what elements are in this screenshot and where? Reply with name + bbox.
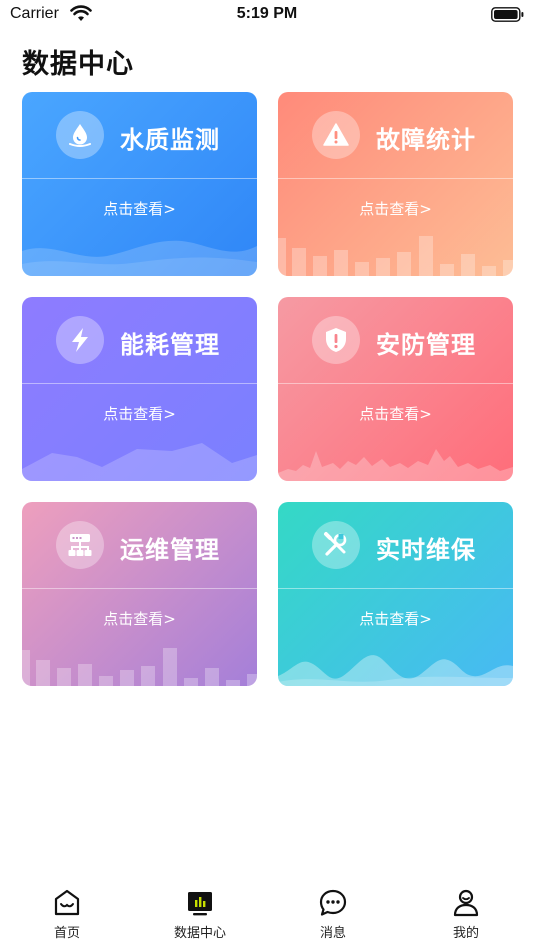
tab-messages[interactable]: 消息: [283, 888, 383, 944]
card-title: 能耗管理: [120, 331, 220, 359]
tab-label: 我的: [452, 926, 479, 941]
card-title: 安防管理: [376, 331, 476, 359]
tab-label: 首页: [53, 926, 80, 941]
card-divider: [278, 588, 513, 589]
card-title: 实时维保: [376, 536, 476, 564]
card-realtime-maintenance[interactable]: 实时维保 点击查看>: [278, 502, 513, 686]
card-title: 故障统计: [376, 126, 476, 154]
bars-decoration: [22, 648, 257, 686]
card-divider: [278, 178, 513, 179]
card-divider: [22, 383, 257, 384]
card-operations-management[interactable]: 运维管理 点击查看>: [22, 502, 257, 686]
wave-decoration: [278, 655, 513, 686]
screen: Carrier 5:19 PM 数据中心 水质监测 点击查看> 故障统计 点击查…: [0, 0, 534, 950]
data-center-icon: [188, 892, 212, 916]
tab-label: 数据中心: [173, 926, 226, 941]
tab-profile[interactable]: 我的: [416, 888, 516, 944]
status-bar: Carrier 5:19 PM: [0, 0, 534, 32]
card-divider: [22, 178, 257, 179]
warning-icon: [312, 111, 360, 159]
card-divider: [278, 383, 513, 384]
card-title: 运维管理: [120, 536, 220, 564]
mountain-decoration: [22, 443, 257, 481]
tab-label: 消息: [319, 926, 346, 941]
tab-home[interactable]: 首页: [17, 888, 117, 944]
card-energy-management[interactable]: 能耗管理 点击查看>: [22, 297, 257, 481]
tab-data-center[interactable]: 数据中心: [150, 888, 250, 944]
shield-icon: [312, 316, 360, 364]
bars-decoration: [278, 236, 513, 276]
card-title: 水质监测: [120, 126, 220, 154]
card-divider: [22, 588, 257, 589]
tab-bar: 首页 数据中心 消息 我的: [0, 880, 534, 950]
card-fault-statistics[interactable]: 故障统计 点击查看>: [278, 92, 513, 276]
lightning-icon: [56, 316, 104, 364]
page-title: 数据中心: [22, 49, 134, 80]
card-security-management[interactable]: 安防管理 点击查看>: [278, 297, 513, 481]
card-water-quality[interactable]: 水质监测 点击查看>: [22, 92, 257, 276]
wave-decoration: [22, 240, 257, 276]
water-drop-icon: [56, 111, 104, 159]
clock: 5:19 PM: [236, 5, 298, 22]
battery-icon: [491, 7, 524, 22]
network-icon: [56, 521, 104, 569]
user-icon: [453, 889, 479, 917]
spike-decoration: [278, 449, 513, 481]
tools-icon: [312, 521, 360, 569]
home-icon: [54, 889, 80, 916]
message-icon: [319, 889, 347, 916]
